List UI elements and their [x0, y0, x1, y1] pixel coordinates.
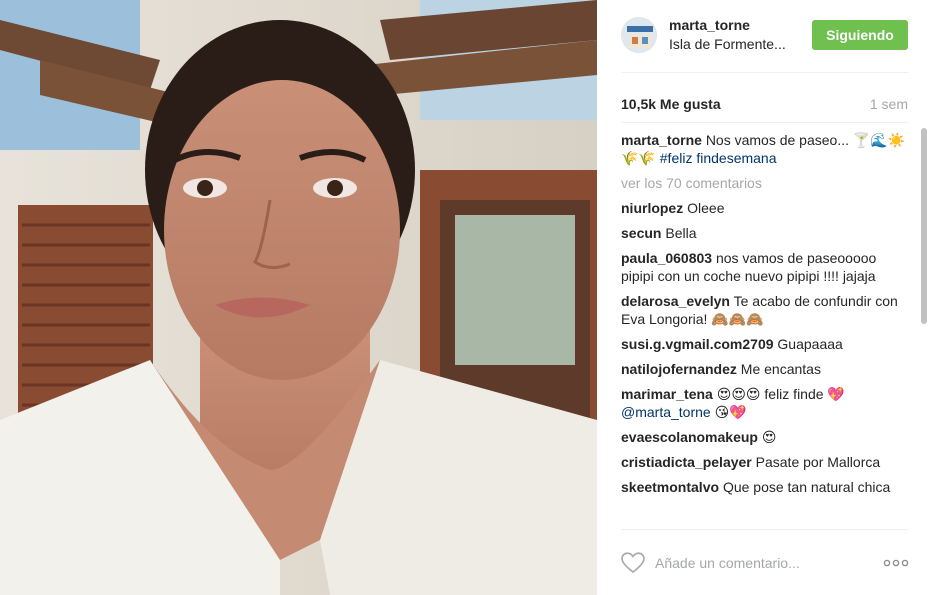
comment-username[interactable]: natilojofernandez	[621, 361, 737, 377]
following-button[interactable]: Siguiendo	[812, 20, 908, 50]
comment-username[interactable]: evaescolanomakeup	[621, 429, 758, 445]
divider	[621, 72, 908, 73]
comment-row: marimar_tena 😍😍😍 feliz finde 💖 @marta_to…	[621, 385, 908, 421]
add-comment-input[interactable]	[655, 550, 855, 576]
comment-text: Me encantas	[740, 361, 821, 377]
comment-row: secun Bella	[621, 224, 908, 242]
comment-row: susi.g.vgmail.com2709 Guapaaaa	[621, 335, 908, 353]
comment-text: Guapaaaa	[777, 336, 843, 352]
selfie-illustration	[0, 0, 597, 595]
comment-text: Pasate por Mallorca	[755, 454, 881, 470]
comment-username[interactable]: skeetmontalvo	[621, 479, 719, 495]
comment-username[interactable]: secun	[621, 225, 661, 241]
comments-list: marta_torne Nos vamos de paseo... 🍸🌊☀️🌾🌾…	[621, 131, 908, 529]
comment-text: Que pose tan natural chica	[722, 479, 891, 495]
post-username[interactable]: marta_torne	[669, 17, 750, 33]
comment-text: Bella	[665, 225, 697, 241]
view-all-comments-link[interactable]: ver los 70 comentarios	[621, 174, 908, 192]
caption-username[interactable]: marta_torne	[621, 132, 702, 148]
comment-row: paula_060803 nos vamos de paseooooo pipi…	[621, 249, 908, 285]
comment-username[interactable]: paula_060803	[621, 250, 712, 266]
comment-row: cristiadicta_pelayer Pasate por Mallorca	[621, 453, 908, 471]
comment-mention[interactable]: @marta_torne	[621, 404, 711, 420]
avatar[interactable]	[621, 17, 657, 53]
post-details-panel: marta_torne Isla de Formente... Siguiend…	[597, 0, 928, 595]
comment-row: evaescolanomakeup 😍	[621, 428, 908, 446]
heart-outline-icon[interactable]	[621, 552, 645, 574]
divider	[621, 529, 908, 530]
comment-text: Oleee	[687, 200, 725, 216]
comment-text: 😍	[761, 429, 777, 445]
post-photo[interactable]	[0, 0, 597, 595]
comment-username[interactable]: susi.g.vgmail.com2709	[621, 336, 774, 352]
caption: marta_torne Nos vamos de paseo... 🍸🌊☀️🌾🌾…	[621, 131, 908, 167]
comment-text-after-mention: 😘💖	[714, 404, 747, 420]
comment-row: natilojofernandez Me encantas	[621, 360, 908, 378]
post-header: marta_torne Isla de Formente... Siguiend…	[597, 0, 928, 72]
more-options-icon[interactable]	[883, 556, 909, 570]
comment-username[interactable]: delarosa_evelyn	[621, 293, 730, 309]
post-time[interactable]: 1 sem	[870, 96, 908, 112]
avatar-image-icon	[622, 18, 656, 52]
comment-row: skeetmontalvo Que pose tan natural chica	[621, 478, 908, 496]
comment-row: delarosa_evelyn Te acabo de confundir co…	[621, 292, 908, 328]
post-location[interactable]: Isla de Formente...	[669, 36, 799, 52]
comment-username[interactable]: niurlopez	[621, 200, 683, 216]
comment-username[interactable]: cristiadicta_pelayer	[621, 454, 752, 470]
caption-hashtag[interactable]: #feliz findesemana	[660, 150, 777, 166]
likes-count[interactable]: 10,5k Me gusta	[621, 96, 721, 112]
divider	[621, 122, 908, 123]
comment-footer	[597, 540, 928, 595]
comment-text: 😍😍😍 feliz finde 💖	[716, 386, 845, 402]
comment-row: niurlopez Oleee	[621, 199, 908, 217]
comment-username[interactable]: marimar_tena	[621, 386, 713, 402]
comments-scrollbar[interactable]	[921, 128, 927, 324]
